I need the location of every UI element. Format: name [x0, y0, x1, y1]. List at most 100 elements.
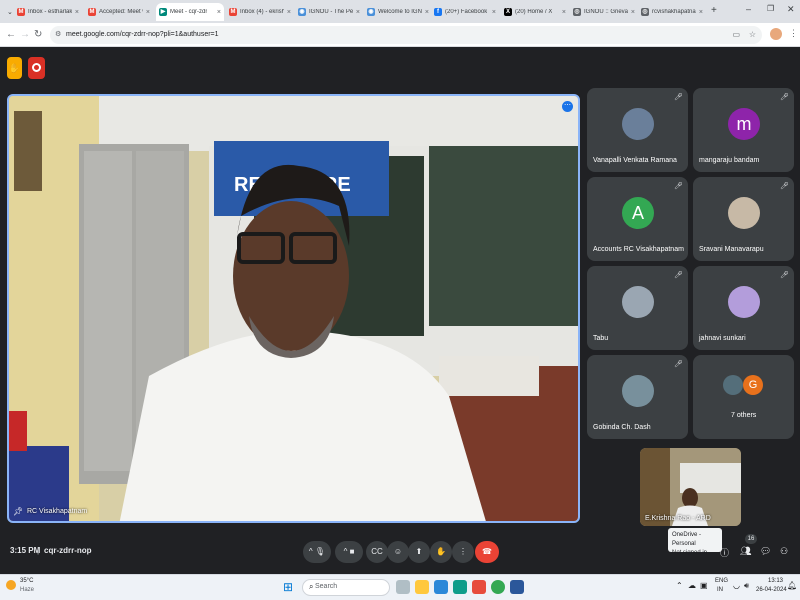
close-window-icon[interactable]: ✕: [787, 4, 795, 15]
ignou-icon: ◉: [298, 8, 306, 16]
gmail-icon: M: [88, 8, 96, 16]
participant-tile[interactable]: 🎤︎ jahnavi sunkari: [693, 266, 794, 350]
back-icon[interactable]: ←: [6, 29, 16, 41]
tab-search-button[interactable]: ⌄: [4, 3, 12, 21]
app-icon[interactable]: [472, 580, 486, 594]
mic-off-icon: 🎤︎: [780, 272, 789, 279]
browser-tab[interactable]: ◉ Welcome to IGNO ×: [364, 3, 432, 21]
close-tab-icon[interactable]: ×: [356, 9, 360, 16]
close-tab-icon[interactable]: ×: [562, 9, 566, 16]
gmail-icon: M: [17, 8, 25, 16]
mic-off-icon: 🎤︎: [780, 183, 789, 190]
task-view-icon[interactable]: [396, 580, 410, 594]
windows-start-icon[interactable]: ⊞: [283, 580, 293, 594]
pin-icon[interactable]: 📌︎: [13, 507, 23, 516]
forward-icon[interactable]: →: [20, 29, 30, 41]
people-icon[interactable]: 👥︎: [740, 546, 751, 557]
camera-button[interactable]: ^ ■: [335, 541, 363, 563]
language-indicator[interactable]: ENG: [715, 578, 728, 584]
participant-tile[interactable]: 🎤︎ m mangaraju bandam: [693, 88, 794, 172]
browser-tab[interactable]: X (20) Home / X ×: [501, 3, 569, 21]
weather-icon[interactable]: [6, 580, 16, 590]
notifications-icon[interactable]: 🔔︎: [787, 581, 797, 590]
chrome-icon[interactable]: [491, 580, 505, 594]
taskbar-search-box[interactable]: ⌕ Search: [302, 579, 390, 596]
meet-tray-icon[interactable]: ▣: [700, 581, 708, 590]
file-explorer-icon[interactable]: [415, 580, 429, 594]
clock-time[interactable]: 13:13: [768, 578, 783, 584]
participant-name: Vanapalli Venkata Ramana: [593, 157, 677, 164]
leave-call-button[interactable]: ☎: [475, 541, 499, 563]
raise-hand-button[interactable]: ✋: [430, 541, 452, 563]
speaker-name-label: RC Visakhapatnam: [27, 508, 88, 515]
self-view-tile[interactable]: E.Krishna Rao - ARD: [640, 448, 741, 526]
mic-button[interactable]: ^ 🎙︎: [303, 541, 331, 563]
browser-tab[interactable]: f (20+) Facebook ×: [431, 3, 499, 21]
browser-tab[interactable]: ▶ Meet - cqr-zdr ×: [156, 3, 224, 21]
chat-icon[interactable]: 💬︎: [760, 546, 771, 557]
globe-icon: ◎: [573, 8, 581, 16]
recording-indicator-icon[interactable]: [28, 57, 45, 79]
menu-dots-icon[interactable]: ⋮: [789, 28, 798, 39]
hand-raise-indicator-icon[interactable]: ✋: [7, 57, 22, 79]
address-bar: ← → ↻ ⚙ meet.google.com/cqr-zdrr-nop?pli…: [0, 23, 800, 47]
chevron-up-icon: ^: [343, 547, 348, 556]
activities-icon[interactable]: ⚇: [780, 546, 788, 557]
browser-tab[interactable]: M Inbox (4) - ekrishn ×: [226, 3, 294, 21]
close-tab-icon[interactable]: ×: [425, 9, 429, 16]
new-tab-button[interactable]: +: [711, 5, 717, 16]
onedrive-icon[interactable]: ☁: [688, 581, 696, 590]
close-tab-icon[interactable]: ×: [492, 9, 496, 16]
participant-name: Sravani Manavarapu: [699, 246, 764, 253]
tab-label: Accepted: Meet ww: [99, 9, 143, 15]
tab-label: (20+) Facebook: [445, 9, 488, 15]
x-icon: X: [504, 8, 512, 16]
more-options-icon[interactable]: ⋯: [562, 101, 573, 112]
participant-tile[interactable]: 🎤︎ A Accounts RC Visakhapatnam: [587, 177, 688, 261]
browser-tab[interactable]: ◉ IGNOU - The Peo ×: [295, 3, 363, 21]
main-speaker-video[interactable]: REG ENTRE ⋯ 📌︎ RC Visakhapatnam: [7, 94, 580, 523]
close-tab-icon[interactable]: ×: [631, 9, 635, 16]
meet-icon: ▶: [159, 8, 167, 16]
reload-icon[interactable]: ↻: [34, 29, 42, 41]
store-icon[interactable]: [434, 580, 448, 594]
site-info-icon[interactable]: ⚙: [55, 26, 61, 44]
participant-tile[interactable]: 🎤︎ Gobinda Ch. Dash: [587, 355, 688, 439]
browser-tab[interactable]: M Inbox - estharlakt ×: [14, 3, 82, 21]
weather-temp: 35°C: [20, 578, 34, 584]
meeting-time: 3:15 PM: [10, 546, 41, 555]
cast-icon[interactable]: ▭: [732, 26, 740, 44]
present-button[interactable]: ⬆: [408, 541, 430, 563]
participant-tile[interactable]: 🎤︎ Sravani Manavarapu: [693, 177, 794, 261]
speaker-video-frame: REG ENTRE: [9, 96, 578, 521]
edge-icon[interactable]: [453, 580, 467, 594]
close-tab-icon[interactable]: ×: [146, 9, 150, 16]
meeting-code: cqr-zdrr-nop: [44, 546, 92, 555]
mic-off-icon: 🎤︎: [674, 183, 683, 190]
participant-tile[interactable]: 🎤︎ Tabu: [587, 266, 688, 350]
bookmark-star-icon[interactable]: ☆: [749, 26, 756, 44]
close-tab-icon[interactable]: ×: [217, 9, 221, 16]
participant-tile[interactable]: 🎤︎ Vanapalli Venkata Ramana: [587, 88, 688, 172]
meeting-controls-bar: 3:15 PM | cqr-zdrr-nop ^ 🎙︎ ^ ■ CC ☺ ⬆ ✋…: [0, 528, 800, 574]
chevron-up-icon[interactable]: ⌃: [676, 581, 683, 590]
more-options-button[interactable]: ⋮: [452, 541, 474, 563]
url-field[interactable]: ⚙ meet.google.com/cqr-zdrr-nop?pli=1&aut…: [50, 26, 762, 44]
minimize-icon[interactable]: –: [746, 4, 751, 14]
word-icon[interactable]: [510, 580, 524, 594]
browser-tab[interactable]: MAccepted: Meet ww×: [85, 3, 153, 21]
browser-tab[interactable]: ◎ rcvishakhapatnam ×: [638, 3, 706, 21]
others-tile[interactable]: G 7 others: [693, 355, 794, 439]
profile-avatar[interactable]: [770, 28, 782, 40]
browser-tab[interactable]: ◎ IGNOU :: Grievan ×: [570, 3, 638, 21]
close-tab-icon[interactable]: ×: [75, 9, 79, 16]
volume-icon[interactable]: 🔊︎: [744, 581, 749, 591]
wifi-icon[interactable]: ◡: [733, 581, 740, 590]
emoji-button[interactable]: ☺: [387, 541, 409, 563]
close-tab-icon[interactable]: ×: [699, 9, 703, 16]
captions-button[interactable]: CC: [366, 541, 388, 563]
close-tab-icon[interactable]: ×: [287, 9, 291, 16]
tab-label: Inbox (4) - ekrishn: [240, 9, 284, 15]
self-view-name: E.Krishna Rao - ARD: [645, 515, 711, 522]
maximize-icon[interactable]: ❐: [767, 4, 774, 13]
